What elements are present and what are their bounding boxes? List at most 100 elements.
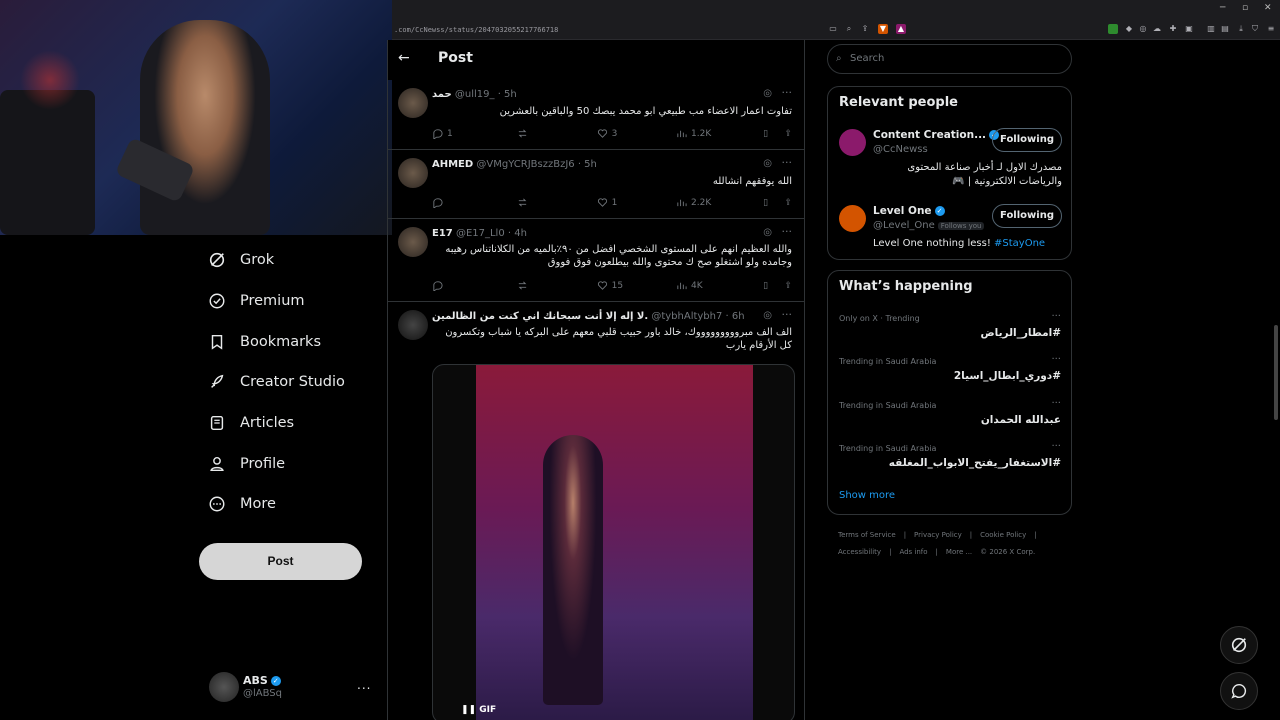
footer-link[interactable]: Terms of Service [838, 531, 896, 539]
more-icon[interactable]: ··· [1051, 441, 1061, 452]
trend-item[interactable]: Only on X · Trending ··· #امطار_الرياض [839, 311, 1061, 354]
views-button[interactable]: 4K [676, 280, 763, 291]
page-icon[interactable]: ▭ [828, 24, 838, 34]
avatar[interactable] [839, 129, 866, 156]
brave-shield-icon[interactable]: ▼ [878, 24, 888, 34]
sidebar-item-more[interactable]: More [180, 484, 390, 525]
avatar[interactable] [398, 158, 428, 188]
trend-item[interactable]: Trending in Saudi Arabia ··· عبدالله الح… [839, 398, 1061, 441]
share-icon[interactable]: ⇪ [784, 128, 792, 139]
person-name: Level One ✓ [873, 205, 945, 217]
person-item[interactable]: Level One ✓ @Level_One Follows you Followi… [839, 204, 1064, 275]
grok-icon[interactable]: ◎ [763, 88, 772, 99]
views-button[interactable]: 2.2K [676, 197, 763, 208]
sidebar-item-creator-studio[interactable]: Creator Studio [180, 362, 390, 403]
post-button[interactable]: Post [199, 543, 362, 580]
share-icon[interactable]: ⇪ [860, 24, 870, 34]
more-icon[interactable]: ··· [782, 225, 793, 238]
following-button[interactable]: Following [992, 204, 1062, 228]
account-switcher[interactable]: ABS ✓ @lABSq ... [205, 668, 385, 708]
person-handle: @Level_One Follows you [873, 220, 985, 231]
footer-link[interactable]: Accessibility [838, 548, 881, 556]
wallet-icon[interactable]: ▤ [1220, 24, 1230, 34]
zoom-icon[interactable]: ⌕ [844, 24, 854, 34]
puzzle-icon[interactable]: ✚ [1168, 24, 1178, 34]
avatar[interactable] [839, 205, 866, 232]
more-icon[interactable]: ··· [1051, 311, 1061, 322]
reply-button[interactable] [432, 197, 517, 208]
minimize-icon[interactable]: ─ [1220, 3, 1225, 13]
tweet-text: الف الف مبروووووووووك، خالد باور حبيب قل… [445, 327, 792, 351]
rewards-icon[interactable]: ▲ [896, 24, 906, 34]
footer-link[interactable]: More ... [946, 548, 972, 556]
sidebar-item-grok[interactable]: Grok [180, 240, 390, 281]
grok-icon[interactable]: ◎ [763, 227, 772, 238]
sidebar-icon[interactable]: ▣ [1184, 24, 1194, 34]
bookmark-icon[interactable]: ▯ [763, 197, 784, 208]
footer-divider: | [1034, 531, 1037, 539]
heart-icon [597, 281, 607, 290]
extension-icon[interactable]: ◆ [1124, 24, 1134, 34]
avatar[interactable] [398, 310, 428, 340]
share-icon[interactable]: ⇪ [784, 280, 792, 291]
show-more-link[interactable]: Show more [839, 490, 895, 501]
tweet[interactable]: AHMED @VMgYCRJBszzBzJ6 · 5h ◎ ··· الله ي… [388, 150, 804, 219]
grok-button[interactable] [1220, 626, 1258, 664]
maximize-icon[interactable]: ▫ [1242, 3, 1248, 13]
messages-button[interactable] [1220, 672, 1258, 710]
sidebar-item-profile[interactable]: Profile [180, 443, 390, 484]
extension-icon[interactable] [1108, 24, 1118, 34]
repost-button[interactable] [517, 280, 596, 291]
shield-icon[interactable]: ⛉ [1250, 24, 1260, 34]
scrollbar[interactable] [1274, 325, 1278, 420]
like-button[interactable]: 3 [597, 128, 676, 139]
reply-button[interactable] [432, 280, 517, 291]
gif-media[interactable]: ❚❚ GIF [432, 364, 795, 720]
more-icon[interactable]: ··· [1051, 354, 1061, 365]
tweet[interactable]: E17 @E17_Ll0 · 4h ◎ ··· والله العظيم انه… [388, 219, 804, 302]
tweet[interactable]: لا إله إلا أنت سبحانك اني كنت من الظالمي… [388, 302, 804, 720]
sidebar-item-premium[interactable]: Premium [180, 281, 390, 322]
following-button[interactable]: Following [992, 128, 1062, 152]
close-icon[interactable]: ✕ [1264, 3, 1272, 13]
views-button[interactable]: 1.2K [676, 128, 763, 139]
more-icon[interactable]: ··· [782, 308, 793, 321]
repost-button[interactable] [517, 197, 596, 208]
tweet[interactable]: حمد @ull19_ · 5h ◎ ··· تفاوت اعمار الاعض… [388, 80, 804, 150]
hashtag-link[interactable]: #StayOne [994, 238, 1045, 249]
avatar[interactable] [398, 227, 428, 257]
extension-icon[interactable]: ◎ [1138, 24, 1148, 34]
extension-icon[interactable]: ☁ [1152, 24, 1162, 34]
person-bio: Level One nothing less! #StayOne [873, 238, 1046, 249]
account-name: ABS ✓ [243, 674, 281, 687]
more-icon[interactable]: ··· [1051, 398, 1061, 409]
gif-badge[interactable]: ❚❚ GIF [461, 705, 496, 715]
grok-icon[interactable]: ◎ [763, 310, 772, 321]
sidebar-item-articles[interactable]: Articles [180, 403, 390, 444]
more-icon[interactable]: ··· [782, 156, 793, 169]
share-icon[interactable]: ⇪ [784, 197, 792, 208]
grok-icon[interactable]: ◎ [763, 158, 772, 169]
footer-link[interactable]: Cookie Policy [980, 531, 1026, 539]
more-icon[interactable]: ··· [782, 86, 793, 99]
like-button[interactable]: 1 [597, 197, 676, 208]
download-icon[interactable]: ⤓ [1236, 24, 1246, 34]
bookmark-icon[interactable]: ▯ [763, 280, 784, 291]
reply-button[interactable]: 1 [432, 128, 517, 139]
menu-icon[interactable]: ≡ [1266, 24, 1276, 34]
search-input[interactable]: Search [827, 44, 1072, 74]
more-icon[interactable]: ... [357, 678, 371, 692]
footer-link[interactable]: Ads info [899, 548, 927, 556]
trend-item[interactable]: Trending in Saudi Arabia ··· #الاستغفار_… [839, 441, 1061, 484]
person-item[interactable]: Content Creation... ✓ @CcNewss Following … [839, 128, 1064, 199]
bookmark-icon[interactable]: ▯ [763, 128, 784, 139]
panel-icon[interactable]: ▥ [1206, 24, 1216, 34]
sidebar-item-bookmarks[interactable]: Bookmarks [180, 321, 390, 362]
repost-button[interactable] [517, 128, 596, 139]
repost-icon [518, 129, 527, 138]
back-arrow-icon[interactable]: ← [398, 50, 410, 66]
trend-item[interactable]: Trending in Saudi Arabia ··· #دوري_ابطال… [839, 354, 1061, 397]
footer-link[interactable]: Privacy Policy [914, 531, 962, 539]
avatar[interactable] [398, 88, 428, 118]
like-button[interactable]: 15 [597, 280, 676, 291]
